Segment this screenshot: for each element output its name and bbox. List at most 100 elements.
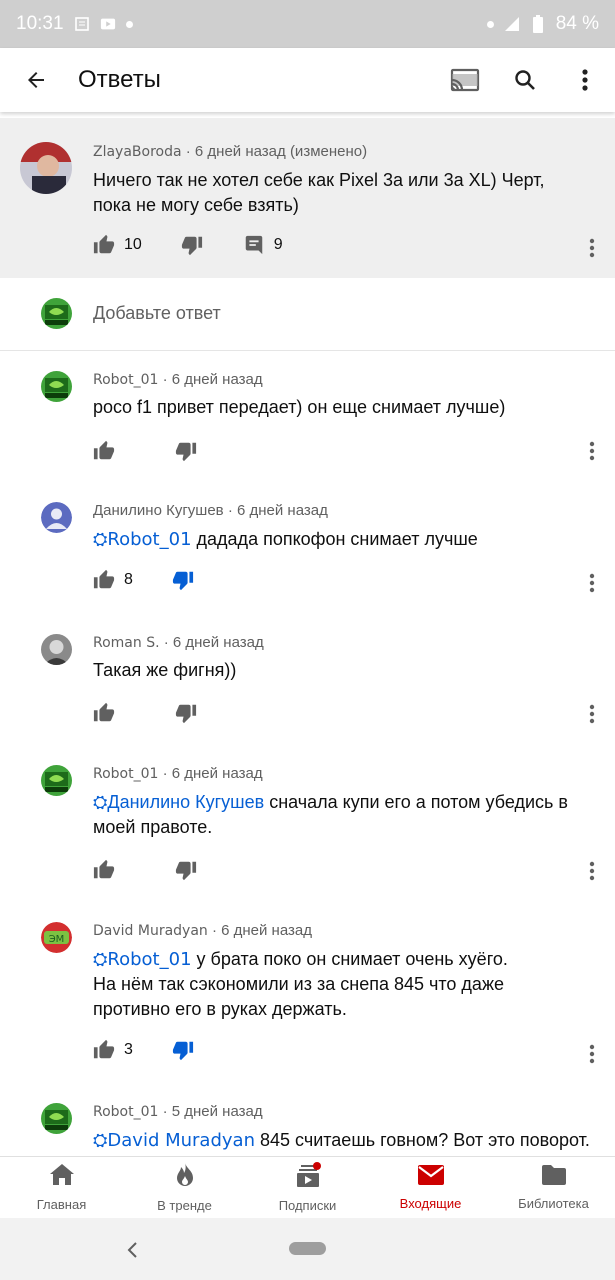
avatar[interactable]: ЭМ (41, 922, 72, 953)
comment-actions (92, 698, 198, 728)
avatar[interactable] (41, 502, 72, 533)
like-icon[interactable] (92, 568, 116, 592)
system-home-pill[interactable] (289, 1242, 326, 1255)
nav-home[interactable]: Главная (0, 1157, 123, 1218)
like-icon[interactable] (92, 701, 116, 725)
comment-meta: Robot_01 · 5 дней назад (93, 1103, 263, 1120)
like-icon[interactable] (92, 858, 116, 882)
comment-text-line: poco f1 привет передает) он еще снимает … (93, 397, 506, 417)
user-avatar (41, 298, 72, 329)
reply-comment-icon[interactable] (242, 233, 266, 257)
system-back-icon[interactable] (120, 1238, 144, 1262)
comment-actions: 3 (92, 1035, 195, 1065)
add-reply-input[interactable]: Добавьте ответ (93, 303, 221, 324)
comment-author[interactable]: ZlayaBoroda (93, 144, 182, 160)
status-time: 10:31 (16, 13, 64, 34)
dislike-icon[interactable] (180, 233, 204, 257)
bottom-nav: Главная В тренде Подписки Входящие Библи… (0, 1156, 615, 1218)
comment-author[interactable]: Данилино Кугушев (93, 502, 224, 519)
mention-icon: ⛭ (93, 949, 108, 969)
battery-percent: 84 % (555, 13, 599, 34)
mention-icon: ⛭ (93, 792, 108, 812)
avatar[interactable] (41, 1103, 72, 1134)
nav-library[interactable]: Библиотека (492, 1157, 615, 1218)
nav-inbox[interactable]: Входящие (369, 1157, 492, 1218)
comment-text: Такая же фигня)) (93, 658, 236, 683)
like-icon[interactable] (92, 233, 116, 257)
reply-item: Robot_01 · 6 дней назад ⛭Данилино Кугуше… (0, 745, 615, 902)
avatar[interactable] (41, 634, 72, 665)
comment-time: · 6 дней назад (158, 371, 263, 388)
dislike-active-icon[interactable] (171, 568, 195, 592)
notification-yt-icon (100, 16, 116, 32)
comment-text: ⛭Robot_01 дадада попкофон снимает лучше (93, 527, 478, 552)
comment-text: ⛭David Muradyan 845 считаешь говном? Вот… (93, 1128, 590, 1153)
comment-meta: David Muradyan · 6 дней назад (93, 922, 312, 939)
reply-count: 9 (273, 236, 283, 253)
like-icon[interactable] (92, 1038, 116, 1062)
comment-more-icon[interactable] (580, 1042, 604, 1066)
comment-actions (92, 855, 198, 885)
search-icon[interactable] (495, 48, 555, 112)
comment-text-line: На нём так сэкономили из за снепа 845 чт… (93, 974, 504, 994)
subscriptions-icon (295, 1162, 321, 1193)
comment-text: ⛭Данилино Кугушев сначала купи его а пот… (93, 790, 568, 840)
status-bar: 10:31 84 % (0, 0, 615, 48)
dislike-icon[interactable] (174, 701, 198, 725)
comment-text-line: Ничего так не хотел себе как Pixel 3a ил… (93, 170, 545, 190)
comment-author[interactable]: Robot_01 (93, 766, 158, 782)
comment-author[interactable]: Robot_01 (93, 1104, 158, 1120)
comment-more-icon[interactable] (580, 859, 604, 883)
avatar[interactable] (20, 142, 72, 194)
comment-author[interactable]: David Muradyan (93, 923, 208, 939)
nav-label: Библиотека (518, 1196, 589, 1211)
comment-meta: Robot_01 · 6 дней назад (93, 765, 263, 782)
reply-item: Данилино Кугушев · 6 дней назад ⛭Robot_0… (0, 482, 615, 614)
home-icon (49, 1163, 75, 1192)
battery-icon (530, 15, 546, 33)
dislike-icon[interactable] (174, 439, 198, 463)
comment-text-line: Такая же фигня)) (93, 660, 237, 680)
status-dot-icon (486, 20, 494, 28)
comment-author[interactable]: Roman S. (93, 635, 160, 651)
cast-icon[interactable] (435, 48, 495, 112)
back-arrow-icon[interactable] (0, 48, 72, 112)
dislike-active-icon[interactable] (171, 1038, 195, 1062)
avatar[interactable] (41, 371, 72, 402)
reply-item: Roman S. · 6 дней назад Такая же фигня)) (0, 614, 615, 744)
mention-link[interactable]: Robot_01 (107, 529, 191, 550)
svg-text:ЭМ: ЭМ (49, 934, 65, 945)
like-count: 10 (124, 236, 142, 253)
reply-item: ЭМ David Muradyan · 6 дней назад ⛭Robot_… (0, 902, 615, 1082)
comment-text-line: дадада попкофон снимает лучше (191, 529, 478, 549)
comment-time: · 6 дней назад (158, 765, 263, 782)
app-bar: Ответы (0, 48, 615, 112)
mention-link[interactable]: Robot_01 (107, 949, 191, 970)
comment-more-icon[interactable] (580, 236, 604, 260)
dislike-icon[interactable] (174, 858, 198, 882)
notification-doc-icon (74, 16, 90, 32)
comment-text-line: моей правоте. (93, 817, 213, 837)
notification-dot-icon (125, 20, 133, 28)
mention-link[interactable]: David Muradyan (107, 1130, 255, 1151)
like-count: 3 (124, 1041, 133, 1058)
comment-more-icon[interactable] (580, 439, 604, 463)
reply-item: Robot_01 · 5 дней назад ⛭David Muradyan … (0, 1083, 615, 1156)
more-vert-icon[interactable] (555, 48, 615, 112)
mention-link[interactable]: Данилино Кугушев (107, 792, 264, 812)
system-nav-bar (0, 1218, 615, 1280)
comment-text-line: 845 считаешь говном? Вот это поворот. (254, 1130, 590, 1150)
mention-icon: ⛭ (93, 529, 108, 549)
comment-more-icon[interactable] (580, 571, 604, 595)
comment-actions: 8 (92, 565, 195, 595)
avatar[interactable] (41, 765, 72, 796)
like-icon[interactable] (92, 439, 116, 463)
comment-more-icon[interactable] (580, 702, 604, 726)
comment-text: poco f1 привет передает) он еще снимает … (93, 395, 505, 420)
comment-author[interactable]: Robot_01 (93, 372, 158, 388)
nav-label: Главная (36, 1197, 87, 1212)
nav-subscriptions[interactable]: Подписки (246, 1157, 369, 1218)
add-reply-row[interactable]: Добавьте ответ (0, 278, 615, 351)
comment-actions (92, 436, 198, 466)
nav-trending[interactable]: В тренде (123, 1157, 246, 1218)
